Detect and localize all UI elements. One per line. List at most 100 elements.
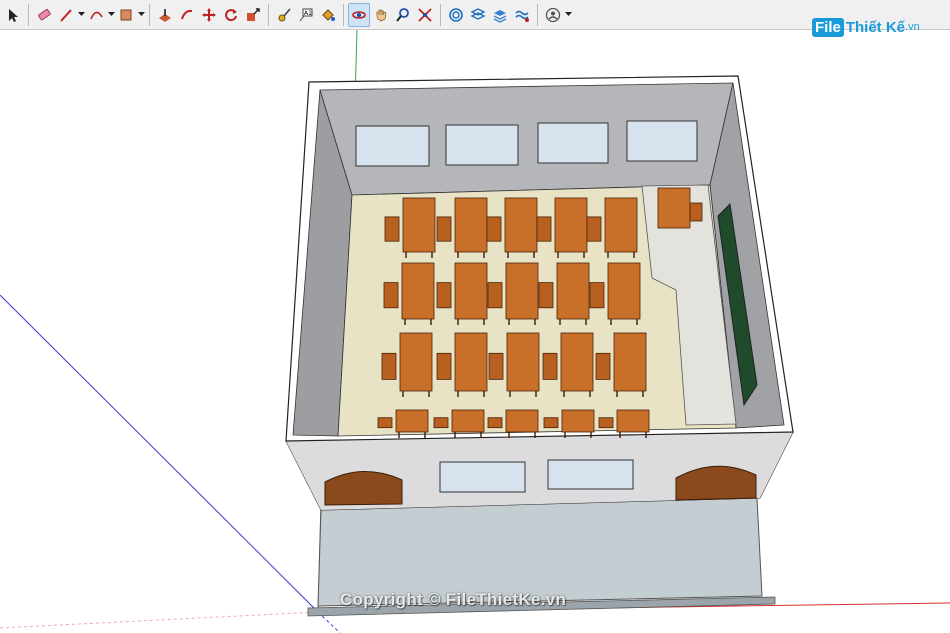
logo-mark: File	[812, 17, 844, 37]
warehouse-tool-button[interactable]	[445, 3, 467, 27]
scale-tool-button[interactable]	[242, 3, 264, 27]
desk	[504, 197, 538, 253]
extension-icon	[470, 7, 486, 20]
door	[324, 471, 403, 506]
rotate-tool-button[interactable]	[220, 3, 242, 27]
desk	[402, 197, 436, 253]
arc-icon	[90, 11, 103, 19]
desk	[505, 262, 539, 320]
blue-axis	[0, 294, 319, 613]
desk	[556, 262, 590, 320]
chevron-down-icon[interactable]	[107, 3, 115, 27]
model-viewport[interactable]	[0, 30, 950, 633]
select-arrow-tool-button[interactable]	[2, 3, 24, 27]
text-label-icon: A1	[299, 8, 313, 21]
desk	[451, 409, 485, 433]
paint-bucket-icon	[322, 8, 335, 21]
eraser-icon	[38, 8, 51, 20]
zoom-icon	[396, 7, 409, 22]
toolbar-separator	[537, 3, 538, 26]
chair	[586, 216, 602, 242]
window	[537, 122, 609, 164]
scale-icon	[247, 7, 260, 21]
paint-bucket-tool-button[interactable]	[317, 3, 339, 27]
chair	[436, 352, 452, 380]
extension-tool-button[interactable]	[467, 3, 489, 27]
desk	[454, 262, 488, 320]
chevron-down-icon[interactable]	[77, 3, 85, 27]
classroom-building[interactable]	[285, 75, 794, 617]
arc-tool-button[interactable]	[85, 3, 107, 27]
window	[626, 120, 698, 162]
text-label-tool-button[interactable]: A1	[295, 3, 317, 27]
pan-hand-icon	[376, 8, 387, 21]
teacher-desk	[657, 187, 691, 229]
desk	[395, 409, 429, 433]
desk	[607, 262, 641, 320]
desk	[613, 332, 647, 392]
chair	[486, 216, 502, 242]
toolbar-separator	[149, 3, 150, 26]
chair	[384, 216, 400, 242]
move-icon	[202, 7, 216, 22]
orbit-icon	[352, 10, 366, 19]
chair	[381, 352, 397, 380]
pencil-line-tool-button[interactable]	[55, 3, 77, 27]
desk	[505, 409, 539, 433]
select-arrow-icon	[9, 8, 18, 22]
desk	[401, 262, 435, 320]
tape-measure-tool-button[interactable]	[273, 3, 295, 27]
chair	[488, 352, 504, 380]
chair	[433, 417, 449, 429]
zoom-extents-icon	[418, 7, 432, 22]
desk	[561, 409, 595, 433]
toolbar-separator	[440, 3, 441, 26]
orbit-tool-button[interactable]	[348, 2, 370, 27]
account-tool-button[interactable]	[542, 3, 564, 27]
site-logo: File Thiết Kế .vn	[812, 14, 920, 40]
svg-text:A1: A1	[304, 10, 312, 17]
chair	[487, 417, 503, 429]
pencil-line-icon	[60, 8, 72, 22]
chair	[543, 417, 559, 429]
chair	[542, 352, 558, 380]
desk	[399, 332, 433, 392]
teacher-chair	[689, 202, 703, 222]
rectangle-shape-icon	[120, 9, 132, 20]
follow-me-icon	[181, 9, 193, 19]
zoom-tool-button[interactable]	[392, 3, 414, 27]
chair	[487, 282, 503, 309]
chair	[595, 352, 611, 380]
push-pull-tool-button[interactable]	[154, 3, 176, 27]
toolbar-separator	[268, 3, 269, 26]
layers-tool-button[interactable]	[489, 3, 511, 27]
window	[439, 461, 526, 493]
red-axis-dashed	[0, 611, 319, 629]
chair	[536, 216, 552, 242]
rectangle-shape-tool-button[interactable]	[115, 3, 137, 27]
zoom-extents-tool-button[interactable]	[414, 3, 436, 27]
window	[547, 459, 634, 490]
push-pull-icon	[159, 8, 171, 22]
chair	[436, 282, 452, 309]
logo-name: Thiết Kế	[845, 18, 906, 36]
chair	[589, 282, 605, 309]
follow-me-tool-button[interactable]	[176, 3, 198, 27]
sandbox-tool-button[interactable]	[511, 3, 533, 27]
chair	[598, 417, 614, 429]
rotate-icon	[225, 8, 237, 21]
eraser-tool-button[interactable]	[33, 3, 55, 27]
chevron-down-icon[interactable]	[137, 3, 145, 27]
desk	[604, 197, 638, 253]
layers-icon	[493, 9, 507, 23]
pan-hand-tool-button[interactable]	[370, 3, 392, 27]
window	[445, 124, 519, 166]
chevron-down-icon[interactable]	[564, 3, 572, 27]
desk	[454, 197, 488, 253]
chair	[377, 417, 393, 429]
sandbox-icon	[515, 10, 529, 22]
window	[355, 125, 430, 167]
desk	[616, 409, 650, 433]
desk	[560, 332, 594, 392]
move-tool-button[interactable]	[198, 3, 220, 27]
